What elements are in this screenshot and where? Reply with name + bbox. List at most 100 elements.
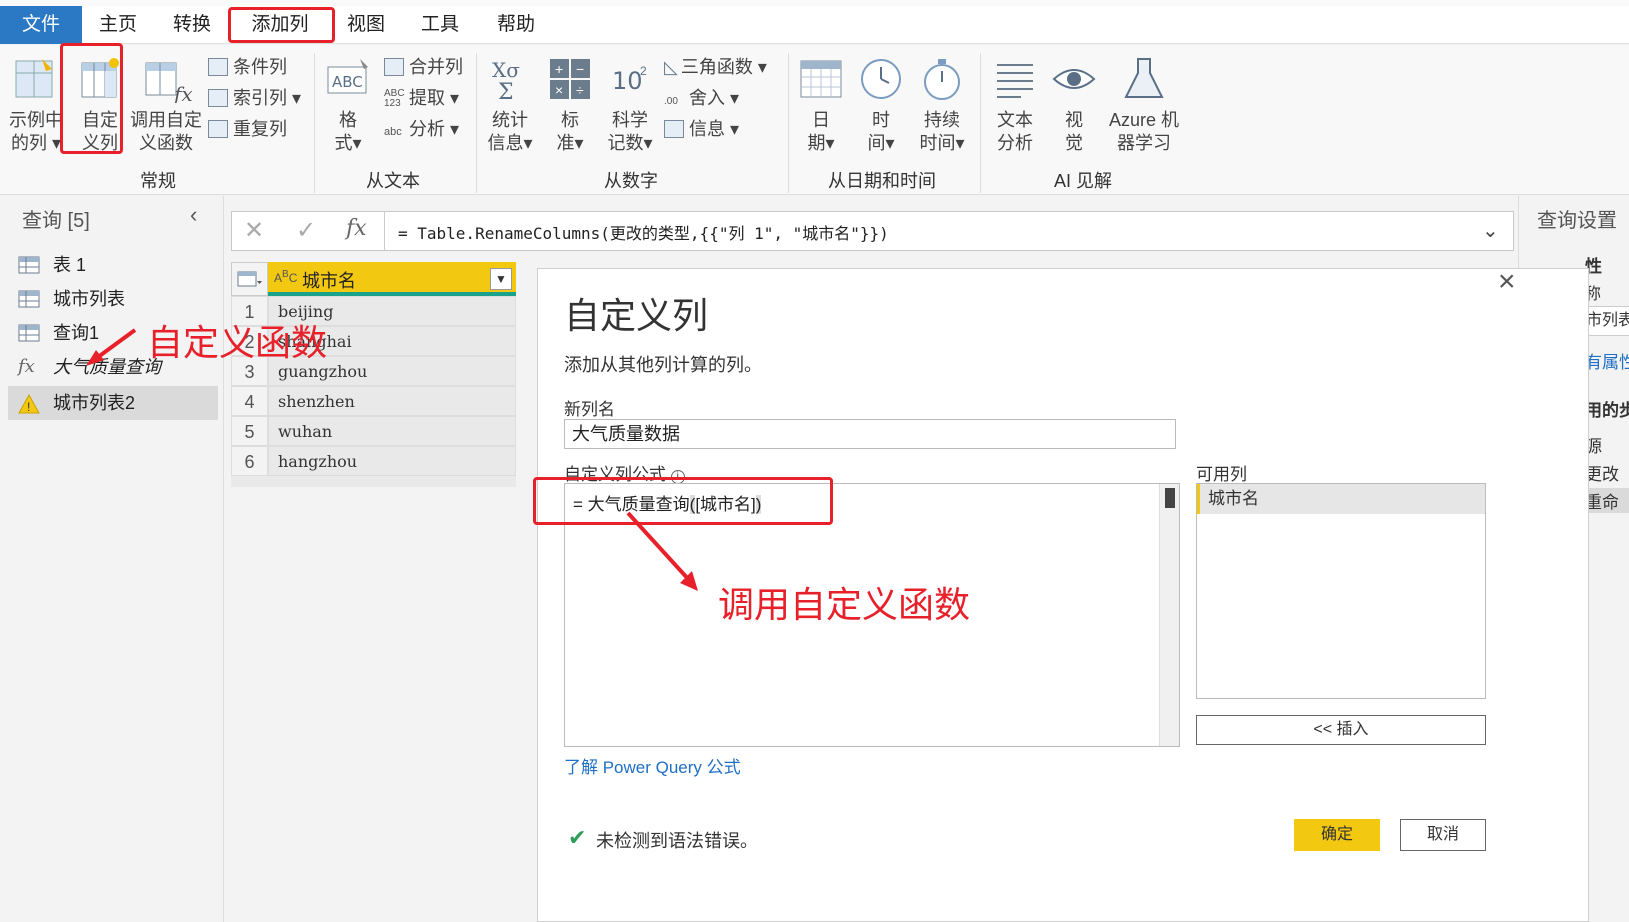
trig-button[interactable]: ◺ 三角函数 ▾ <box>664 53 767 81</box>
query-item-selected[interactable]: ! 城市列表2 <box>8 386 218 420</box>
stopwatch-icon <box>924 59 960 100</box>
column-header[interactable]: ABC 城市名 ▼ <box>268 262 516 296</box>
azure-ml-button[interactable]: Azure 机 器学习 <box>1104 55 1184 155</box>
extract-button[interactable]: ABC 123 提取 ▾ <box>384 84 459 112</box>
all-properties-link[interactable]: 有属性 <box>1585 348 1629 373</box>
collapse-chevron-icon[interactable]: ‹ <box>190 202 197 228</box>
fx-icon[interactable]: fx <box>346 216 367 241</box>
table-icon <box>18 290 40 308</box>
duplicate-column-icon <box>208 120 228 138</box>
rounding-button[interactable]: .00 舍入 ▾ <box>664 84 739 112</box>
confirm-formula-icon[interactable]: ✓ <box>296 216 316 245</box>
dialog-subtitle: 添加从其他列计算的列。 <box>564 355 762 375</box>
available-columns-list[interactable]: 城市名 <box>1196 483 1486 699</box>
example-column-icon <box>15 59 53 98</box>
learn-power-query-link[interactable]: 了解 Power Query 公式 <box>564 753 741 778</box>
table-menu-icon[interactable] <box>231 262 268 296</box>
standard-button[interactable]: + − × ÷ 标 准▾ <box>546 55 594 155</box>
svg-text:Xσ: Xσ <box>492 58 520 82</box>
time-label-2: 间▾ <box>867 133 895 153</box>
table-row[interactable]: 5 wuhan <box>231 416 516 446</box>
menu-home[interactable]: 主页 <box>92 6 144 44</box>
query-item[interactable]: 表 1 <box>8 248 218 282</box>
group-label-ai: AI 见解 <box>1054 171 1113 191</box>
index-column-icon <box>208 89 228 107</box>
menu-bar: 文件 主页 转换 添加列 视图 工具 帮助 <box>0 6 1629 44</box>
time-button[interactable]: 时 间▾ <box>856 55 906 155</box>
ribbon: 示例中 的列 ▾ 自定 义列 fx 调用自定 义函数 条件列 索引列 ▾ 重复列… <box>0 43 1629 195</box>
info-button[interactable]: 信息 ▾ <box>664 115 739 143</box>
merge-columns-button[interactable]: 合并列 <box>384 53 463 81</box>
menu-transform[interactable]: 转换 <box>166 6 218 44</box>
table-row[interactable]: 4 shenzhen <box>231 386 516 416</box>
new-column-name-label: 新列名 <box>564 400 615 419</box>
cancel-button[interactable]: 取消 <box>1400 819 1486 851</box>
cell-value[interactable]: hangzhou <box>268 446 516 476</box>
dialog-title: 自定义列 <box>564 295 709 336</box>
parse-icon: abc <box>384 126 402 138</box>
custom-column-dialog: × 自定义列 添加从其他列计算的列。 新列名 大气质量数据 自定义列公式 i =… <box>537 265 1589 922</box>
svg-text:2: 2 <box>640 64 647 78</box>
duration-label-1: 持续 <box>924 110 960 130</box>
conditional-column-button[interactable]: 条件列 <box>208 53 287 81</box>
text-analytics-button[interactable]: 文本 分析 <box>990 55 1040 155</box>
name-field[interactable]: 市列表 <box>1585 306 1629 336</box>
format-label-1: 格 <box>339 110 357 130</box>
cell-value[interactable]: shenzhen <box>268 386 516 416</box>
available-column-item[interactable]: 城市名 <box>1197 484 1485 514</box>
example-column-button[interactable]: 示例中 的列 ▾ <box>6 55 66 155</box>
rounding-icon: .00 <box>664 96 678 107</box>
parse-button[interactable]: abc 分析 ▾ <box>384 115 459 143</box>
format-button[interactable]: ABC 格 式▾ <box>322 55 374 155</box>
index-column-button[interactable]: 索引列 ▾ <box>208 84 301 112</box>
invoke-custom-function-button[interactable]: fx 调用自定 义函数 <box>128 55 204 155</box>
step-item-selected[interactable]: 重命 <box>1585 488 1629 513</box>
formula-text[interactable]: = Table.RenameColumns(更改的类型,{{"列 1", "城市… <box>398 220 889 244</box>
group-label-from-text: 从文本 <box>366 171 420 191</box>
svg-text:−: − <box>576 61 584 77</box>
formula-scrollbar[interactable] <box>1159 484 1179 746</box>
cancel-formula-icon[interactable]: ✕ <box>244 216 264 245</box>
merge-columns-icon <box>384 58 404 76</box>
clock-icon <box>861 59 901 99</box>
statistics-button[interactable]: Xσ Σ 统计 信息▾ <box>484 55 536 155</box>
query-item[interactable]: 城市列表 <box>8 282 218 316</box>
date-button[interactable]: 日 期▾ <box>796 55 846 155</box>
vision-label-2: 觉 <box>1065 133 1083 153</box>
row-number: 4 <box>231 386 268 416</box>
duration-button[interactable]: 持续 时间▾ <box>914 55 970 155</box>
time-label-1: 时 <box>872 110 890 130</box>
scientific-button[interactable]: 10 2 科学 记数▾ <box>604 55 656 155</box>
vision-button[interactable]: 视 觉 <box>1050 55 1098 155</box>
step-item[interactable]: 更改 <box>1585 460 1619 485</box>
menu-help[interactable]: 帮助 <box>490 6 542 44</box>
column-filter-dropdown-icon[interactable]: ▼ <box>490 268 512 290</box>
azure-ml-label-2: 器学习 <box>1117 133 1171 153</box>
svg-text:10: 10 <box>612 67 643 95</box>
standard-operators-icon: + −× ÷ <box>550 59 590 99</box>
formula-bar: ✕ ✓ fx = Table.RenameColumns(更改的类型,{{"列 … <box>231 211 1514 251</box>
close-dialog-icon[interactable]: × <box>1498 265 1516 299</box>
query-name: 城市列表2 <box>53 393 136 413</box>
new-column-name-input[interactable]: 大气质量数据 <box>564 419 1176 449</box>
group-label-from-number: 从数字 <box>604 171 658 191</box>
format-label-2: 式▾ <box>334 133 362 153</box>
annotation-define-function: 自定义函数 <box>147 322 328 363</box>
insert-button[interactable]: << 插入 <box>1196 715 1486 745</box>
text-type-icon[interactable]: ABC <box>274 269 297 285</box>
invoke-function-label-2: 义函数 <box>139 133 193 153</box>
menu-view[interactable]: 视图 <box>340 6 392 44</box>
cell-value[interactable]: wuhan <box>268 416 516 446</box>
column-header-label: 城市名 <box>302 271 356 291</box>
table-row[interactable]: 6 hangzhou <box>231 446 516 476</box>
format-abc-icon: ABC <box>327 59 368 94</box>
menu-file[interactable]: 文件 <box>0 6 82 44</box>
query-name: 城市列表 <box>53 289 125 309</box>
ok-button[interactable]: 确定 <box>1294 819 1380 851</box>
row-number: 6 <box>231 446 268 476</box>
expand-formula-chevron-icon[interactable]: ⌄ <box>1482 218 1499 243</box>
syntax-status: 未检测到语法错误。 <box>596 831 758 851</box>
duplicate-column-button[interactable]: 重复列 <box>208 115 287 143</box>
menu-tools[interactable]: 工具 <box>414 6 466 44</box>
svg-text:!: ! <box>27 400 30 414</box>
